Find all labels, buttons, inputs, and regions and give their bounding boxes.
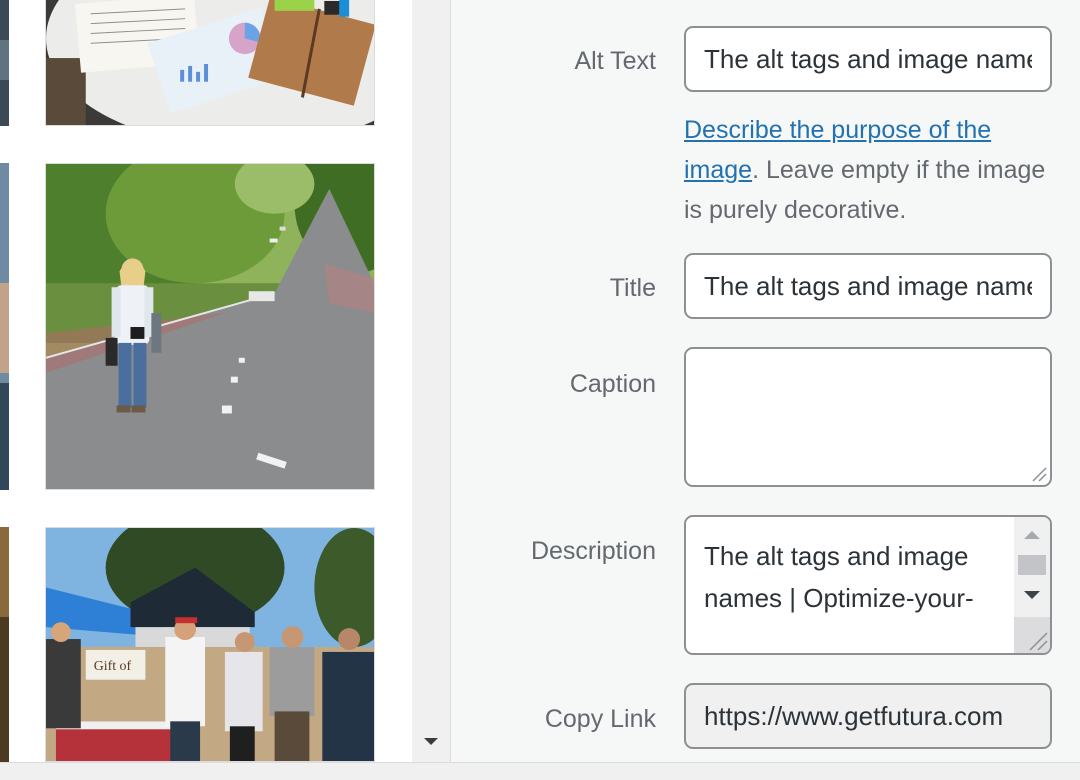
description-label: Description — [530, 537, 656, 565]
copy-link-field[interactable]: https://www.getfutura.com — [684, 683, 1052, 749]
title-label: Title — [609, 274, 656, 302]
media-thumbnail-desk-documents[interactable] — [45, 0, 375, 126]
media-thumbnail-woman-on-road[interactable] — [45, 163, 375, 490]
alt-text-value: The alt tags and image names | Optimize-… — [704, 44, 1032, 74]
alt-text-input[interactable]: The alt tags and image names | Optimize-… — [684, 26, 1052, 92]
attachment-details-panel: Alt Text The alt tags and image names | … — [450, 0, 1080, 762]
copy-link-value: https://www.getfutura.com — [704, 701, 1004, 731]
alt-text-label: Alt Text — [574, 47, 656, 75]
caption-textarea[interactable] — [684, 347, 1052, 487]
description-value: The alt tags and image names | Optimize-… — [704, 541, 974, 613]
market-stall-sign: Gift of — [94, 659, 132, 674]
alt-text-help: Describe the purpose of the image. Leave… — [684, 110, 1064, 230]
media-grid: Gift of — [0, 0, 412, 762]
scroll-down-arrow-icon[interactable] — [422, 728, 440, 754]
bottom-edge — [0, 762, 1080, 780]
scroll-up-arrow-icon[interactable] — [1024, 531, 1040, 539]
media-thumbnail-outdoor-market[interactable]: Gift of — [45, 527, 375, 762]
title-value: The alt tags and image names — [704, 271, 1032, 301]
description-textarea[interactable]: The alt tags and image names | Optimize-… — [684, 515, 1052, 655]
scrollbar-thumb[interactable] — [1018, 555, 1046, 575]
resize-grip-icon — [1029, 632, 1048, 651]
media-grid-scrollbar[interactable] — [412, 0, 450, 762]
caption-label: Caption — [569, 370, 656, 398]
resize-corner[interactable] — [1014, 617, 1050, 653]
title-input[interactable]: The alt tags and image names — [684, 253, 1052, 319]
scroll-down-arrow-icon[interactable] — [1024, 591, 1040, 599]
resize-grip-icon[interactable] — [1029, 464, 1047, 482]
copy-link-label: Copy Link — [544, 705, 656, 733]
media-thumbnail-partial[interactable] — [0, 527, 9, 762]
media-thumbnail-partial[interactable] — [0, 163, 9, 490]
media-thumbnail-partial[interactable] — [0, 0, 9, 126]
description-scrollbar[interactable] — [1014, 517, 1050, 653]
